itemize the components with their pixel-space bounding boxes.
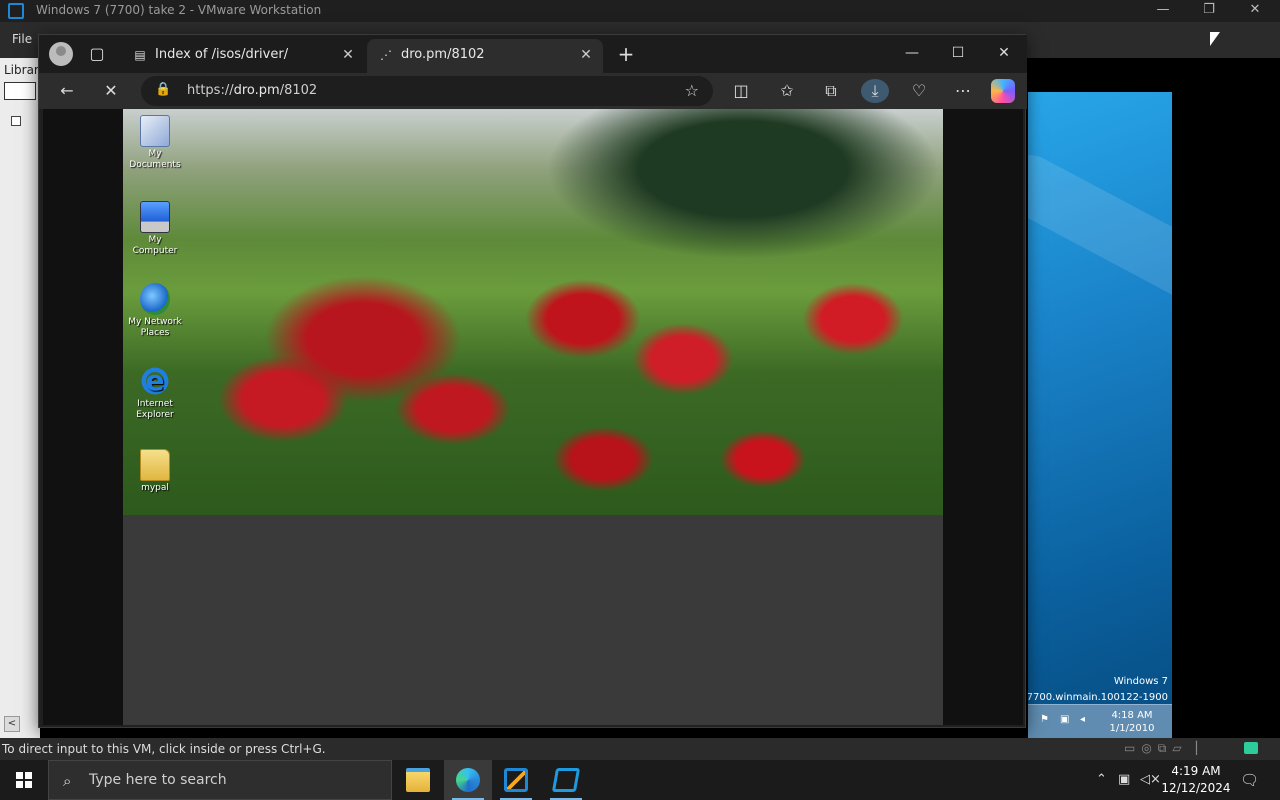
tab-label: Index of /isos/driver/ xyxy=(155,47,289,62)
url-text[interactable]: https://dro.pm/8102 xyxy=(187,83,317,98)
more-options-icon[interactable]: ⋯ xyxy=(949,79,977,103)
desktop-icon-label: mypal xyxy=(141,483,169,493)
browser-essentials-icon[interactable]: ♡ xyxy=(905,79,933,103)
vmware-logo-icon xyxy=(8,3,24,19)
my-documents-icon[interactable]: My Documents xyxy=(125,115,185,171)
notification-center-icon[interactable]: 🗨 xyxy=(1240,771,1259,789)
computer-monitor-icon xyxy=(140,201,170,233)
taskbar-vmware-player[interactable] xyxy=(542,760,590,800)
tab-label: dro.pm/8102 xyxy=(401,47,485,62)
downloads-icon[interactable]: ⤓ xyxy=(861,79,889,103)
search-icon: ⌕ xyxy=(63,772,72,790)
tree-expand-toggle[interactable] xyxy=(11,116,21,126)
url-host: dro.pm xyxy=(233,83,280,98)
tab-actions-icon[interactable]: ▢ xyxy=(87,44,107,64)
volume-muted-icon[interactable]: ◁× xyxy=(1140,772,1161,787)
ie-logo-icon: e xyxy=(140,365,170,397)
page-content: My Documents My Computer My Network Plac… xyxy=(43,109,1023,725)
copilot-icon[interactable] xyxy=(991,79,1015,103)
tab-index-of-isos[interactable]: ▤ Index of /isos/driver/ ✕ xyxy=(121,39,365,73)
edge-icon xyxy=(456,768,480,792)
desktop-icon-label: My Computer xyxy=(132,235,178,256)
network-icon[interactable]: ▣ xyxy=(1118,772,1130,787)
loading-spinner-icon: ⋰ xyxy=(380,48,392,62)
split-screen-icon[interactable]: ◫ xyxy=(727,79,755,103)
taskbar-vmware-workstation[interactable] xyxy=(492,760,540,800)
vmware-close-button[interactable]: ✕ xyxy=(1232,0,1278,22)
url-path: /8102 xyxy=(279,83,318,98)
tab-dro-pm[interactable]: ⋰ dro.pm/8102 ✕ xyxy=(367,39,603,73)
folder-icon xyxy=(140,449,170,481)
browser-close-button[interactable]: ✕ xyxy=(981,39,1027,67)
guest-date: 1/1/2010 xyxy=(1109,723,1155,734)
vmware-window-title: Windows 7 (7700) take 2 - VMware Worksta… xyxy=(36,3,322,17)
guest-desktop[interactable]: Windows 7 Build 7700.winmain.100122-1900 xyxy=(1028,92,1172,738)
search-placeholder: Type here to search xyxy=(89,772,227,788)
guest-time: 4:18 AM xyxy=(1111,710,1153,721)
desktop-icon-label: My Documents xyxy=(129,149,181,170)
back-icon[interactable]: ← xyxy=(53,79,81,103)
guest-taskbar: ⚑ ▣ ◂ 4:18 AM 1/1/2010 xyxy=(1028,704,1172,738)
vmware-library-panel: Library < xyxy=(0,58,46,738)
windows-logo-icon xyxy=(16,772,32,788)
remote-desktop-frame[interactable]: My Documents My Computer My Network Plac… xyxy=(123,109,943,725)
browser-maximize-button[interactable]: ☐ xyxy=(935,39,981,67)
device-status-icons[interactable]: ▭◎⧉▱▕ xyxy=(1124,741,1203,756)
network-globe-icon xyxy=(140,283,170,315)
guest-build-string: Build 7700.winmain.100122-1900 xyxy=(1028,692,1168,703)
browser-toolbar: ← ✕ 🔒 https://dro.pm/8102 ☆ ◫ ✩ ⧉ ⤓ ♡ ⋯ xyxy=(39,73,1027,109)
vmware-status-bar: To direct input to this VM, click inside… xyxy=(0,738,1280,760)
documents-folder-icon xyxy=(140,115,170,147)
host-time: 4:19 AM xyxy=(1171,764,1221,778)
browser-minimize-button[interactable]: — xyxy=(889,39,935,67)
host-date: 12/12/2024 xyxy=(1161,781,1231,795)
guest-os-name: Windows 7 xyxy=(1113,676,1168,687)
new-tab-button[interactable]: + xyxy=(615,43,637,65)
vmware-player-icon xyxy=(551,768,581,792)
wallpaper-streak xyxy=(1028,144,1172,320)
vmware-minimize-button[interactable]: — xyxy=(1140,0,1186,22)
show-hidden-icons-chevron-icon[interactable]: ⌃ xyxy=(1096,772,1107,787)
favorites-icon[interactable]: ✩ xyxy=(773,79,801,103)
page-favicon-icon: ▤ xyxy=(134,48,146,62)
my-network-places-icon[interactable]: My Network Places xyxy=(125,283,185,339)
remote-desktop-screenshot[interactable]: My Documents My Computer My Network Plac… xyxy=(123,109,943,515)
vm-status-indicator-icon[interactable] xyxy=(1244,742,1258,754)
internet-explorer-icon[interactable]: e Internet Explorer xyxy=(125,365,185,421)
guest-volume-icon[interactable]: ◂ xyxy=(1080,714,1092,726)
stop-loading-icon[interactable]: ✕ xyxy=(97,79,125,103)
menu-file[interactable]: File xyxy=(12,32,32,46)
profile-avatar-icon[interactable] xyxy=(49,42,73,66)
vmware-restore-button[interactable]: ❐ xyxy=(1186,0,1232,22)
scroll-left-arrow-icon[interactable]: < xyxy=(4,716,20,732)
taskbar-edge[interactable] xyxy=(444,760,492,800)
file-explorer-icon xyxy=(406,768,430,792)
guest-network-icon[interactable]: ▣ xyxy=(1060,714,1072,726)
lock-icon[interactable]: 🔒 xyxy=(155,82,171,100)
edge-browser-window: ▢ ▤ Index of /isos/driver/ ✕ ⋰ dro.pm/81… xyxy=(38,34,1027,728)
tab-bar: ▢ ▤ Index of /isos/driver/ ✕ ⋰ dro.pm/81… xyxy=(39,35,1027,73)
favorite-star-icon[interactable]: ☆ xyxy=(685,81,699,100)
taskbar-search-box[interactable]: ⌕ Type here to search xyxy=(48,760,392,800)
guest-flag-icon[interactable]: ⚑ xyxy=(1040,714,1052,726)
address-bar[interactable]: 🔒 https://dro.pm/8102 ☆ xyxy=(141,76,713,106)
taskbar-file-explorer[interactable] xyxy=(394,760,442,800)
vmware-title-bar: Windows 7 (7700) take 2 - VMware Worksta… xyxy=(0,0,1280,22)
host-taskbar: ⌕ Type here to search ⌃ ▣ ◁× 4:19 AM 12/… xyxy=(0,760,1280,800)
guest-clock[interactable]: 4:18 AM 1/1/2010 xyxy=(1102,709,1162,735)
desktop-icon-label: Internet Explorer xyxy=(136,399,174,420)
library-search-input[interactable] xyxy=(4,82,36,100)
taskbar-clock[interactable]: 4:19 AM 12/12/2024 xyxy=(1160,763,1232,797)
my-computer-icon[interactable]: My Computer xyxy=(125,201,185,257)
start-button[interactable] xyxy=(0,760,48,800)
status-message: To direct input to this VM, click inside… xyxy=(2,742,326,756)
tab-close-icon[interactable]: ✕ xyxy=(577,46,595,64)
mypal-folder-icon[interactable]: mypal xyxy=(125,449,185,494)
vmware-workstation-icon xyxy=(504,768,528,792)
url-scheme: https:// xyxy=(187,83,234,98)
desktop-icon-label: My Network Places xyxy=(128,317,182,338)
tab-close-icon[interactable]: ✕ xyxy=(339,46,357,64)
collections-icon[interactable]: ⧉ xyxy=(817,79,845,103)
